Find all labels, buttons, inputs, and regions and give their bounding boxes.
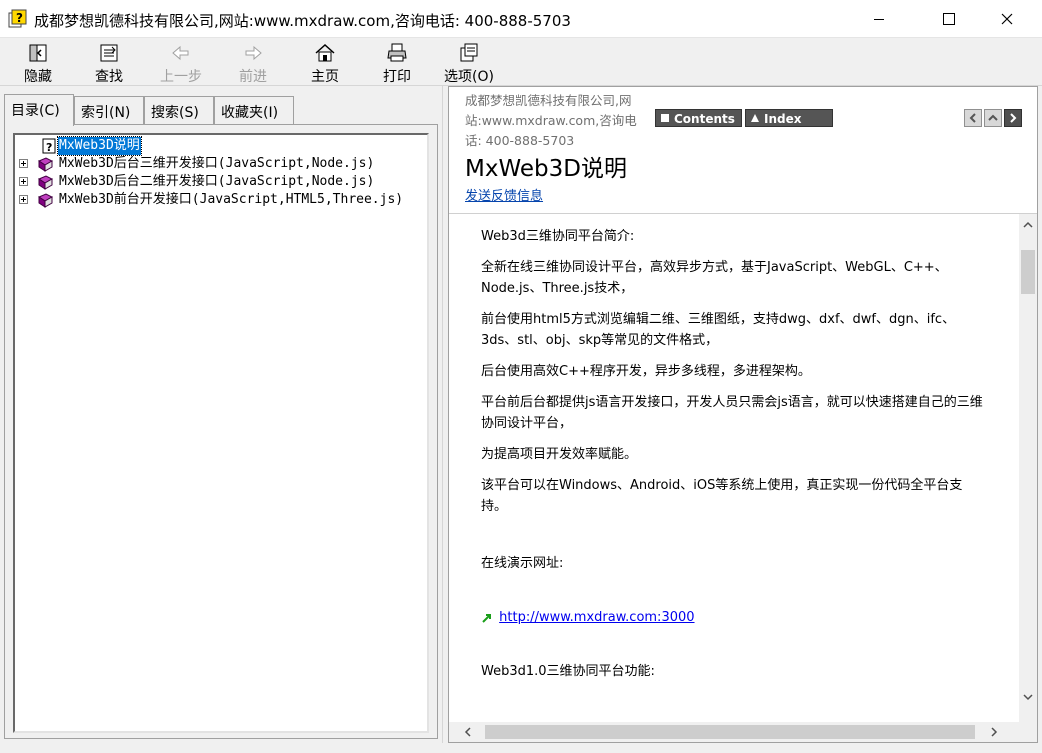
- book-icon: [37, 175, 53, 190]
- expand-icon[interactable]: [19, 159, 28, 168]
- prev-topic-button[interactable]: [964, 109, 982, 127]
- print-button[interactable]: 打印: [366, 40, 428, 85]
- chevron-left-icon: [464, 727, 471, 737]
- topic-content: Web3d三维协同平台简介: 全新在线三维协同设计平台，高效异步方式，基于Jav…: [449, 214, 1019, 722]
- maximize-button[interactable]: [926, 0, 972, 38]
- forward-button[interactable]: 前进: [222, 40, 284, 85]
- maximize-icon: [943, 13, 955, 25]
- paragraph: 前台使用html5方式浏览编辑二维、三维图纸，支持dwg、dxf、dwf、dgn…: [481, 312, 956, 348]
- tab-contents[interactable]: 目录(C): [4, 94, 74, 126]
- svg-text:?: ?: [46, 141, 52, 154]
- help-topic-icon: ?: [42, 138, 56, 154]
- chevron-right-icon: [1010, 113, 1017, 123]
- vertical-scroll-thumb[interactable]: [1021, 250, 1035, 294]
- square-icon: [661, 114, 669, 122]
- send-feedback-link[interactable]: 发送反馈信息: [465, 185, 543, 204]
- book-icon: [37, 193, 53, 208]
- demo-link-row: http://www.mxdraw.com:3000: [481, 610, 695, 625]
- triangle-icon: [751, 114, 759, 122]
- expand-icon[interactable]: [19, 177, 28, 186]
- company-info: 成都梦想凯德科技有限公司,网 站:www.mxdraw.com,咨询电 话: 4…: [465, 93, 637, 148]
- paragraph: 在线演示网址:: [481, 556, 564, 571]
- tree-item-label: MxWeb3D前台开发接口(JavaScript,HTML5,Three.js): [59, 192, 404, 207]
- chevron-up-icon: [1023, 221, 1033, 228]
- tree-item-label: MxWeb3D说明: [57, 136, 142, 156]
- topic-title: MxWeb3D说明: [465, 156, 627, 182]
- help-app-icon: ?: [8, 9, 27, 28]
- scrollbar-corner: [1019, 722, 1037, 742]
- horizontal-scroll-thumb[interactable]: [485, 725, 975, 739]
- scroll-right-button[interactable]: [985, 723, 1003, 741]
- contents-tree[interactable]: ? MxWeb3D说明 MxWeb3D后台三维开发接口(JavaScript,N…: [13, 133, 429, 733]
- close-button[interactable]: [984, 0, 1030, 38]
- options-icon: [460, 43, 478, 62]
- expand-icon[interactable]: [19, 195, 28, 204]
- paragraph: Web3d1.0三维协同平台功能:: [481, 664, 655, 679]
- chevron-right-icon: [991, 727, 998, 737]
- hide-button[interactable]: 隐藏: [7, 40, 69, 85]
- scroll-down-button[interactable]: [1019, 688, 1037, 706]
- chevron-up-icon: [988, 114, 998, 121]
- minimize-button[interactable]: [856, 0, 902, 38]
- topic-pane: 成都梦想凯德科技有限公司,网 站:www.mxdraw.com,咨询电 话: 4…: [448, 86, 1038, 743]
- contents-tab-panel: ? MxWeb3D说明 MxWeb3D后台三维开发接口(JavaScript,N…: [4, 124, 438, 739]
- tab-favorites[interactable]: 收藏夹(I): [214, 96, 294, 124]
- tab-search[interactable]: 搜索(S): [144, 96, 214, 124]
- paragraph: 为提高项目开发效率赋能。: [481, 447, 638, 462]
- tree-item-label: MxWeb3D后台二维开发接口(JavaScript,Node.js): [59, 174, 375, 189]
- paragraph: 该平台可以在Windows、Android、iOS等系统上使用，真正实现一份代码…: [481, 478, 963, 514]
- navigation-pane: 目录(C) 索引(N) 搜索(S) 收藏夹(I) ? MxWeb3D说明 MxW…: [0, 86, 442, 743]
- external-link-icon: [482, 613, 491, 623]
- horizontal-scrollbar[interactable]: [449, 722, 1019, 742]
- forward-arrow-icon: [245, 45, 262, 61]
- options-button[interactable]: 选项(O): [438, 40, 500, 85]
- scroll-up-button[interactable]: [1019, 216, 1037, 234]
- printer-icon: [387, 43, 407, 62]
- svg-text:?: ?: [16, 11, 23, 25]
- contents-button[interactable]: Contents: [655, 109, 742, 127]
- paragraph: Web3d三维协同平台简介:: [481, 229, 635, 244]
- hide-pane-icon: [29, 44, 47, 62]
- book-icon: [37, 157, 53, 172]
- back-button[interactable]: 上一步: [150, 40, 212, 85]
- demo-url-link[interactable]: http://www.mxdraw.com:3000: [499, 610, 694, 625]
- scroll-left-button[interactable]: [459, 723, 477, 741]
- parent-topic-button[interactable]: [984, 109, 1002, 127]
- find-button[interactable]: 查找: [78, 40, 140, 85]
- home-icon: [315, 43, 335, 62]
- next-topic-button[interactable]: [1004, 109, 1022, 127]
- tree-item-label: MxWeb3D后台三维开发接口(JavaScript,Node.js): [59, 156, 375, 171]
- find-icon: [100, 44, 118, 62]
- index-button[interactable]: Index: [745, 109, 833, 127]
- tab-index[interactable]: 索引(N): [74, 96, 144, 124]
- title-bar: ? 成都梦想凯德科技有限公司,网站:www.mxdraw.com,咨询电话: 4…: [0, 0, 1042, 38]
- home-button[interactable]: 主页: [294, 40, 356, 85]
- paragraph: 全新在线三维协同设计平台，高效异步方式，基于JavaScript、WebGL、C…: [481, 260, 948, 296]
- topic-header: 成都梦想凯德科技有限公司,网 站:www.mxdraw.com,咨询电 话: 4…: [449, 87, 1037, 214]
- window-title: 成都梦想凯德科技有限公司,网站:www.mxdraw.com,咨询电话: 400…: [34, 12, 571, 30]
- close-icon: [1001, 13, 1013, 25]
- paragraph: 后台使用高效C++程序开发，异步多线程，多进程架构。: [481, 364, 811, 379]
- minimize-icon: [874, 19, 884, 20]
- paragraph: 平台前后台都提供js语言开发接口，开发人员只需会js语言，就可以快速搭建自己的三…: [481, 395, 983, 431]
- chevron-left-icon: [969, 113, 976, 123]
- chevron-down-icon: [1023, 694, 1033, 701]
- vertical-scrollbar[interactable]: [1019, 214, 1037, 722]
- back-arrow-icon: [172, 45, 189, 61]
- toolbar: 隐藏 查找 上一步 前进 主页 打印 选项(O): [0, 38, 1042, 86]
